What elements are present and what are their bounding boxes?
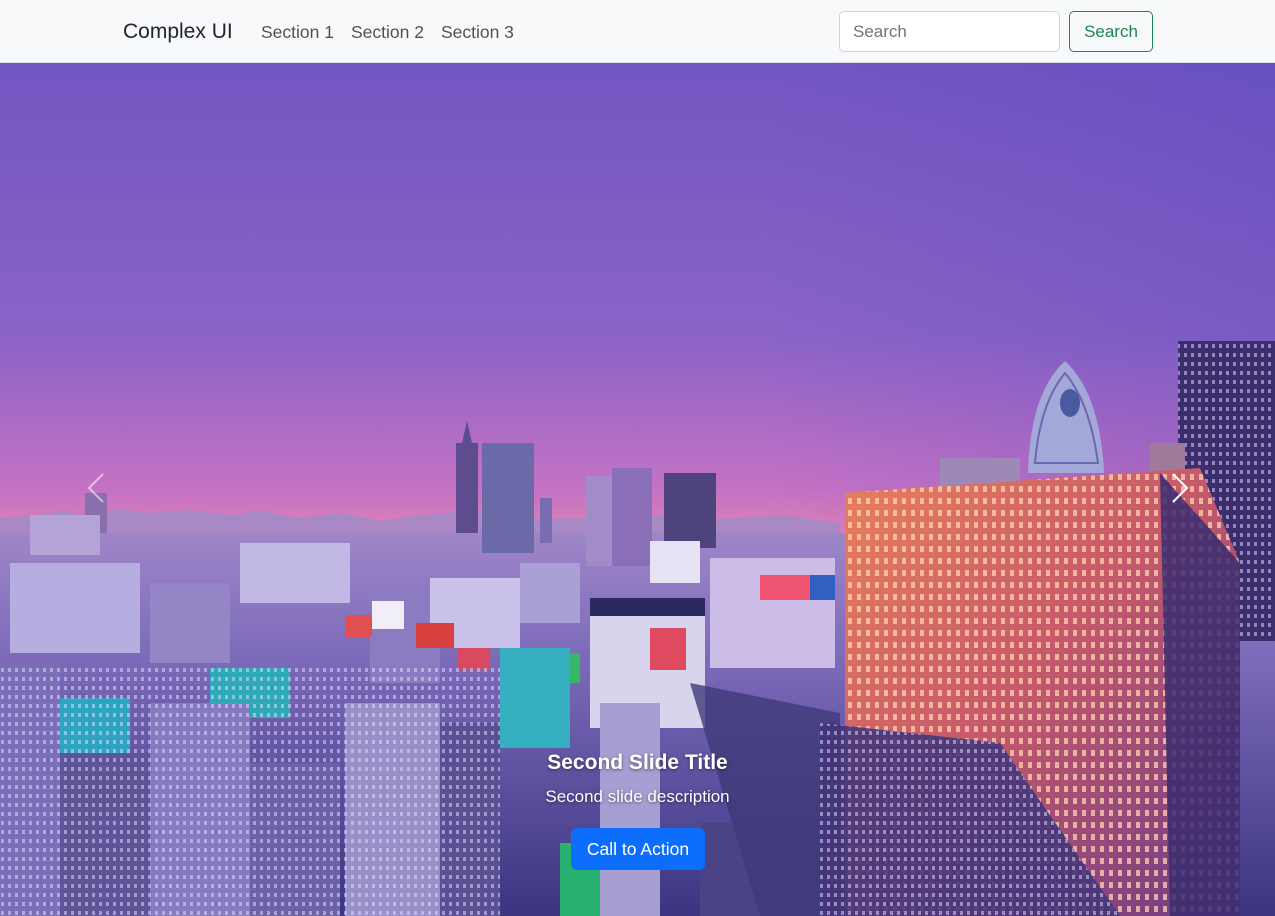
chevron-right-icon	[1172, 473, 1189, 503]
slide-title: Second Slide Title	[547, 751, 728, 774]
nav-link-section-1[interactable]: Section 1	[261, 20, 334, 44]
nav-link-section-3[interactable]: Section 3	[441, 20, 514, 44]
carousel-prev-button[interactable]	[76, 463, 116, 513]
search-input[interactable]	[839, 11, 1060, 52]
chevron-left-icon	[87, 473, 104, 503]
brand-logo[interactable]: Complex UI	[123, 18, 233, 46]
carousel-next-button[interactable]	[1160, 463, 1200, 513]
slide-description: Second slide description	[545, 787, 730, 806]
nav-links: Section 1 Section 2 Section 3	[261, 20, 514, 44]
nav-link-section-2[interactable]: Section 2	[351, 20, 424, 44]
call-to-action-button[interactable]: Call to Action	[571, 828, 705, 870]
hero-carousel: Second Slide Title Second slide descript…	[0, 63, 1275, 916]
navbar: Complex UI Section 1 Section 2 Section 3…	[0, 0, 1275, 63]
search-button[interactable]: Search	[1069, 11, 1153, 52]
